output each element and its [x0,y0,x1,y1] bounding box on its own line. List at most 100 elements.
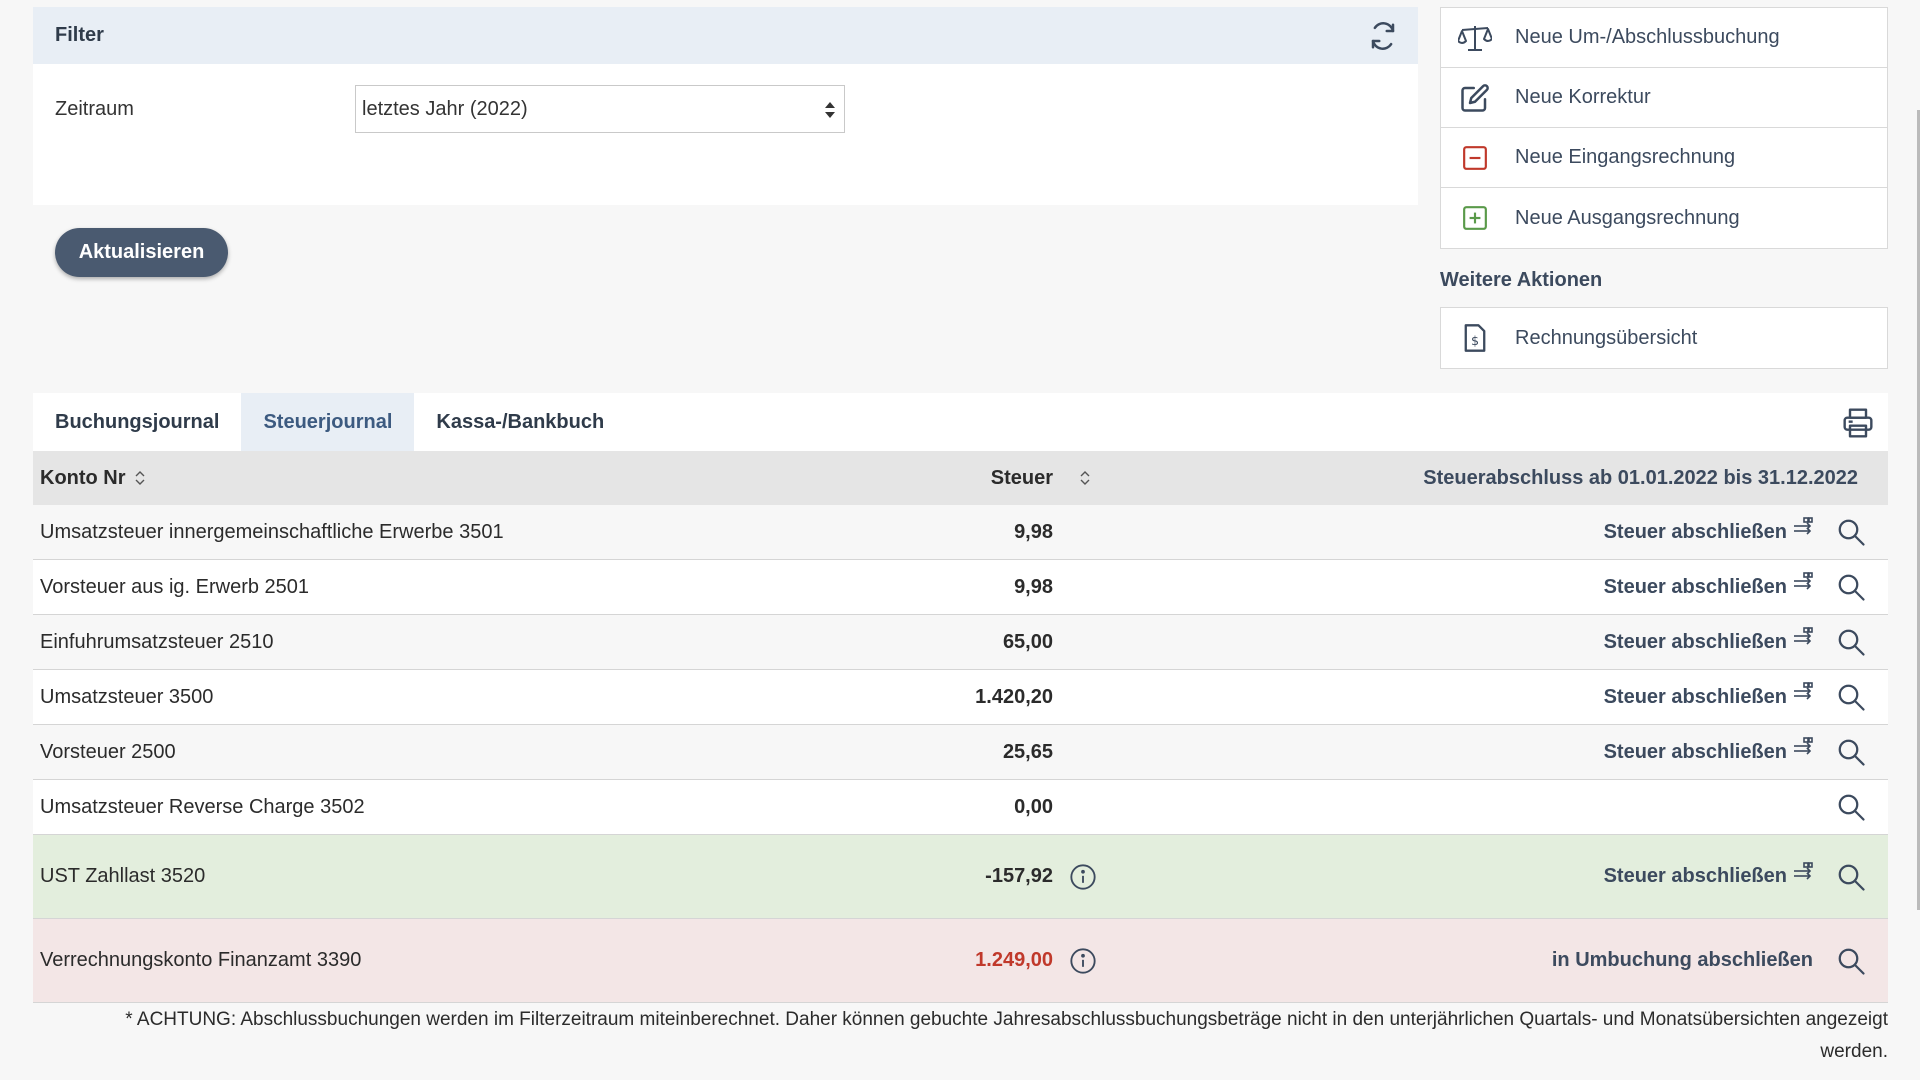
cell-konto: Verrechnungskonto Finanzamt 3390 [40,949,362,971]
search-icon[interactable] [1836,792,1866,822]
select-arrows-icon [825,102,835,118]
refresh-icon[interactable] [1368,21,1398,51]
cell-konto: Einfuhrumsatzsteuer 2510 [40,630,274,653]
table-body: Umsatzsteuer innergemeinschaftliche Erwe… [33,505,1888,835]
close-tax-action[interactable]: Steuer abschließen [1113,572,1813,599]
close-tax-action[interactable]: Steuer abschließen [1113,517,1813,544]
update-button[interactable]: Aktualisieren [55,228,228,277]
header-abschluss: Steuerabschluss ab 01.01.2022 bis 31.12.… [1423,466,1858,489]
transfer-icon [1794,861,1813,880]
close-tax-label: Steuer abschließen [1603,865,1787,887]
info-button[interactable] [1053,947,1113,975]
table-row: Umsatzsteuer innergemeinschaftliche Erwe… [33,505,1888,560]
plus-box-icon [1457,202,1493,234]
close-in-transfer-action[interactable]: in Umbuchung abschließen [1113,949,1813,972]
filter-panel: Filter Zeitraum letztes Jahr (2022) [33,7,1418,205]
more-actions-title: Weitere Aktionen [1440,269,1603,291]
info-button[interactable] [1053,863,1113,891]
scale-icon [1457,22,1493,54]
search-icon[interactable] [1836,946,1866,976]
search-button[interactable] [1813,627,1888,657]
table-row: Vorsteuer 2500 25,65 Steuer abschließen [33,725,1888,780]
close-tax-action[interactable]: Steuer abschließen [1113,627,1813,654]
edit-icon [1457,82,1493,114]
table-row-verrechnung: Verrechnungskonto Finanzamt 3390 1.249,0… [33,919,1888,1003]
action-new-outgoing-invoice[interactable]: Neue Ausgangsrechnung [1441,188,1887,248]
action-label: Neue Ausgangsrechnung [1515,206,1740,229]
period-select[interactable]: letztes Jahr (2022) [355,85,845,133]
footnote: * ACHTUNG: Abschlussbuchungen werden im … [125,1009,1888,1062]
search-icon[interactable] [1836,682,1866,712]
tab-kassa-bankbuch[interactable]: Kassa-/Bankbuch [414,393,626,451]
action-label: Neue Eingangsrechnung [1515,146,1736,168]
search-button[interactable] [1813,572,1888,602]
action-label: Rechnungsübersicht [1515,326,1698,349]
header-konto-label: Konto Nr [40,466,126,489]
search-button[interactable] [1813,682,1888,712]
cell-steuer: 0,00 [1014,795,1053,818]
action-new-closing-entry[interactable]: Neue Um-/Abschlussbuchung [1441,8,1887,68]
transfer-icon [1794,627,1813,645]
search-button[interactable] [1813,517,1888,547]
action-label: Neue Um-/Abschlussbuchung [1515,26,1780,48]
svg-text:$: $ [1471,333,1479,348]
close-tax-label: Steuer abschließen [1603,630,1787,653]
search-icon[interactable] [1836,627,1866,657]
search-icon[interactable] [1836,572,1866,602]
close-tax-label: Steuer abschließen [1603,685,1787,708]
cell-konto: Umsatzsteuer innergemeinschaftliche Erwe… [40,520,504,543]
search-button[interactable] [1813,862,1888,892]
period-row: Zeitraum letztes Jahr (2022) [33,64,1418,154]
header-konto[interactable]: Konto Nr [33,467,813,490]
cell-steuer: 1.249,00 [975,949,1053,971]
close-tax-action[interactable]: Steuer abschließen [1113,737,1813,764]
close-tax-action[interactable]: Steuer abschließen [1113,682,1813,709]
journal-tabs: Buchungsjournal Steuerjournal Kassa-/Ban… [33,393,1888,451]
cell-steuer: 65,00 [1002,630,1053,653]
transfer-icon [1794,517,1813,535]
table-row: Vorsteuer aus ig. Erwerb 2501 9,98 Steuer … [33,560,1888,615]
transfer-icon [1794,737,1813,755]
cell-steuer: 9,98 [1014,575,1053,598]
cell-steuer: 25,65 [1002,740,1053,763]
print-icon[interactable] [1842,407,1874,439]
table-header: Konto Nr Steuer Steuerabschluss ab 01.01… [33,451,1888,505]
search-button[interactable] [1813,737,1888,767]
header-steuer[interactable]: Steuer [813,467,1053,490]
period-select-value: letztes Jahr (2022) [362,97,528,120]
table-row-zahllast: UST Zahllast 3520 -157,92 Steuer abschli… [33,835,1888,919]
tab-buchungsjournal[interactable]: Buchungsjournal [33,393,241,451]
action-new-incoming-invoice[interactable]: Neue Eingangsrechnung [1441,128,1887,188]
search-button[interactable] [1813,946,1888,976]
action-new-correction[interactable]: Neue Korrektur [1441,68,1887,128]
invoice-icon: $ [1457,322,1493,354]
cell-steuer: -157,92 [985,865,1053,887]
period-label: Zeitraum [55,97,134,120]
transfer-icon [1794,572,1813,590]
action-label: Neue Korrektur [1515,86,1651,108]
cell-konto: Vorsteuer 2500 [40,740,176,763]
minus-box-icon [1457,142,1493,174]
search-icon[interactable] [1836,862,1866,892]
info-icon[interactable] [1069,863,1097,891]
search-icon[interactable] [1836,517,1866,547]
cell-konto: Umsatzsteuer 3500 [40,685,214,708]
transfer-icon [1794,682,1813,700]
cell-konto: UST Zahllast 3520 [40,865,206,887]
action-invoice-overview[interactable]: $ Rechnungsübersicht [1441,308,1887,368]
info-icon[interactable] [1069,947,1097,975]
cell-steuer: 1.420,20 [975,685,1053,708]
header-steuer-sort[interactable] [1053,470,1113,486]
sort-icon[interactable] [1080,470,1090,486]
cell-konto: Umsatzsteuer Reverse Charge 3502 [40,795,365,818]
sort-icon[interactable] [135,470,145,486]
filter-header: Filter [33,7,1418,64]
close-tax-label: Steuer abschließen [1603,740,1787,763]
tab-steuerjournal[interactable]: Steuerjournal [241,393,415,451]
search-icon[interactable] [1836,737,1866,767]
cell-konto: Vorsteuer aus ig. Erwerb 2501 [40,575,310,598]
action-list: Neue Um-/Abschlussbuchung Neue Korrektur… [1440,7,1888,249]
close-tax-action[interactable]: Steuer abschließen [1113,861,1813,888]
search-button[interactable] [1813,792,1888,822]
filter-title: Filter [55,24,104,46]
